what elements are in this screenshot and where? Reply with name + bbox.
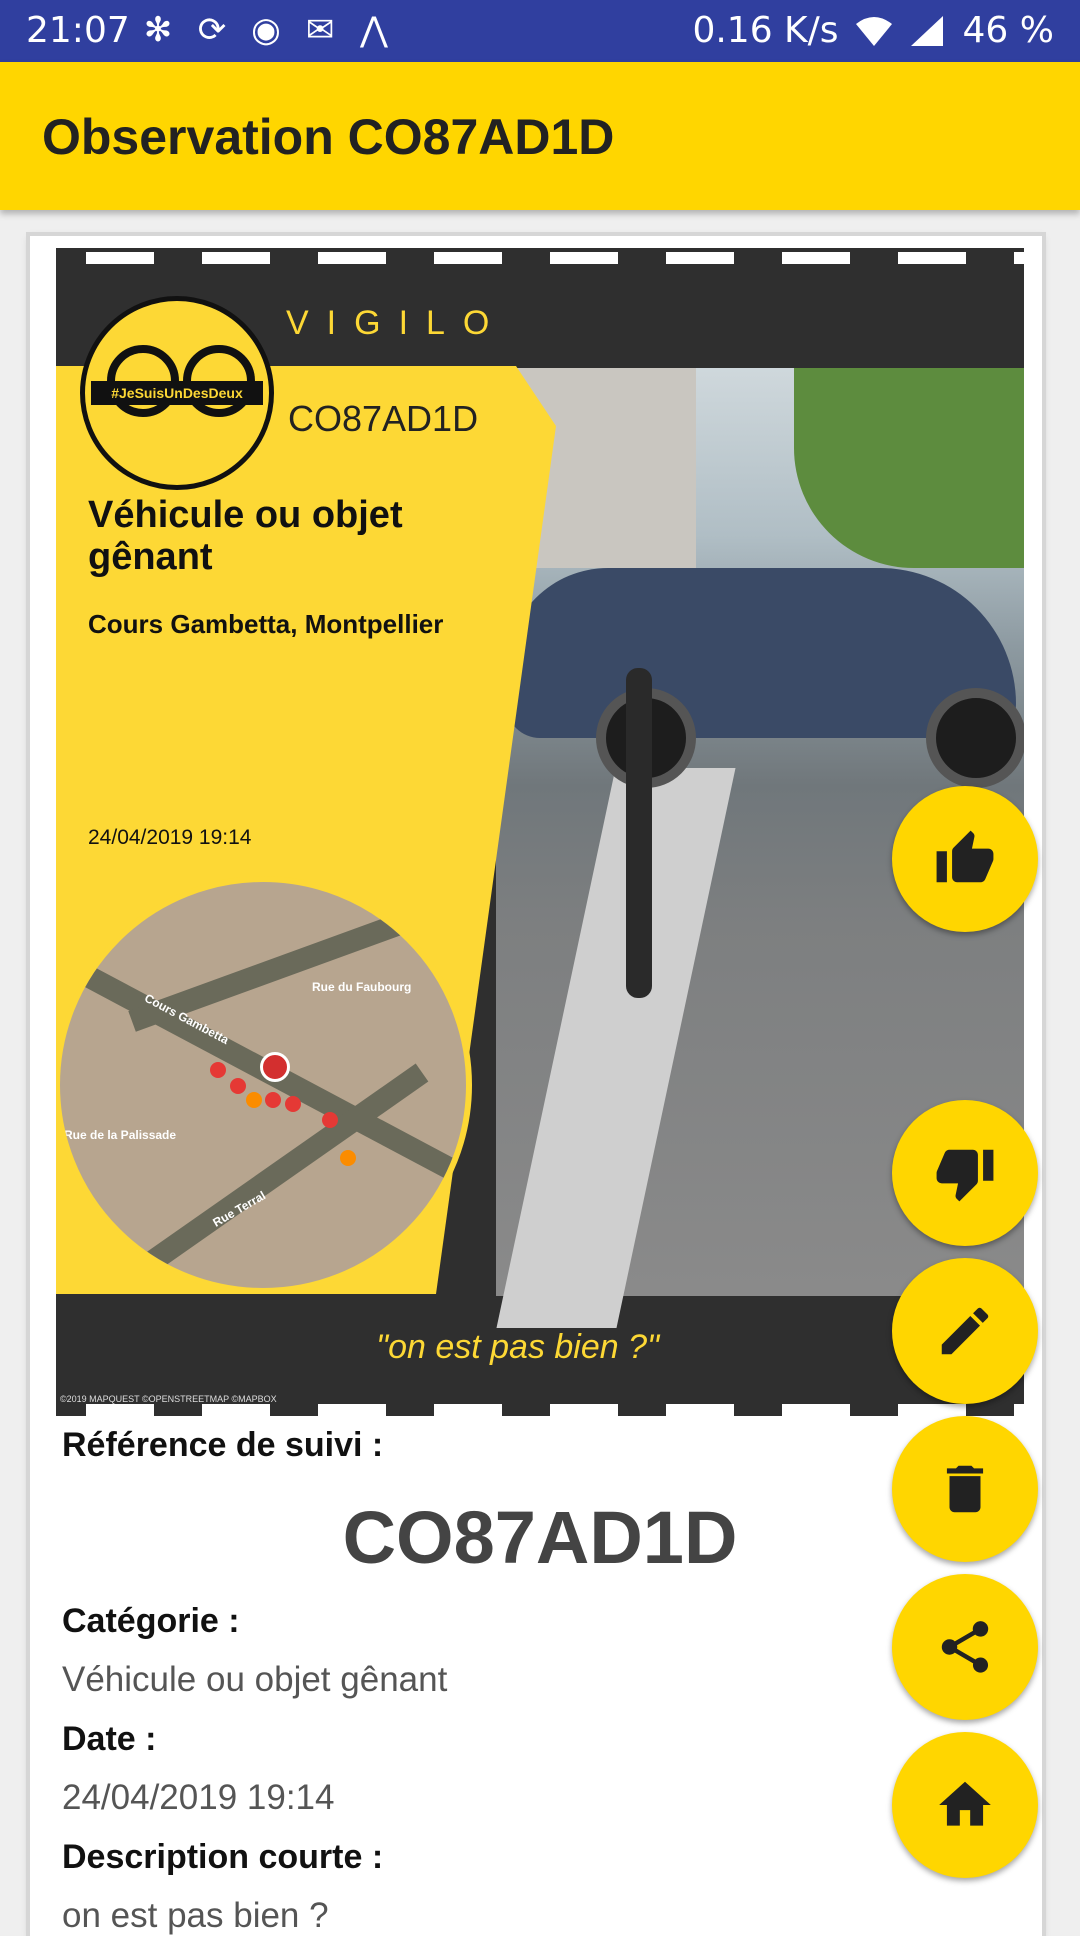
delete-button[interactable] <box>892 1416 1038 1562</box>
map-dot <box>285 1096 301 1112</box>
map-label: Rue de la Palissade <box>64 1128 177 1142</box>
edit-icon <box>941 1307 989 1355</box>
photo-curb <box>496 768 736 1328</box>
sync-icon: ⟳ <box>197 10 227 50</box>
vigilo-logo: #JeSuisUnDesDeux <box>80 296 274 490</box>
map-label: Rue du Faubourg <box>312 980 412 994</box>
cell-signal-icon <box>910 15 943 46</box>
status-time: 21:07 <box>26 10 130 51</box>
mail-icon: ✉ <box>305 10 335 50</box>
home-icon <box>939 1781 991 1826</box>
map-dot <box>246 1092 262 1108</box>
share-icon <box>941 1621 989 1673</box>
description-value: on est pas bien ? <box>62 1896 329 1935</box>
observation-image[interactable]: #JeSuisUnDesDeux VIGILO CO87AD1D Véhicul… <box>56 248 1024 1416</box>
approve-button[interactable] <box>892 786 1038 932</box>
photo-wheel <box>926 688 1024 788</box>
thumb-up-icon <box>936 830 994 883</box>
network-speed: 0.16 K/s <box>692 10 839 51</box>
poster-category: Véhicule ou objet gênant <box>88 494 403 578</box>
notification-icons: ✻ ⟳ ◉ ✉ ⋀ <box>138 10 394 50</box>
poster-datetime: 24/04/2019 19:14 <box>88 826 252 849</box>
edit-button[interactable] <box>892 1258 1038 1404</box>
ref-label: Référence de suivi : <box>62 1426 384 1464</box>
page-title: Observation CO87AD1D <box>42 109 615 165</box>
date-label: Date : <box>62 1720 157 1758</box>
map-credits: ©2019 MAPQUEST ©OPENSTREETMAP ©MAPBOX <box>60 1394 277 1404</box>
poster-token: CO87AD1D <box>288 398 479 439</box>
logo-tag: #JeSuisUnDesDeux <box>91 381 263 405</box>
disapprove-button[interactable] <box>892 1100 1038 1246</box>
photo-bollard <box>626 668 652 998</box>
road-marking-bottom <box>56 1404 1024 1416</box>
share-button[interactable] <box>892 1574 1038 1720</box>
category-label: Catégorie : <box>62 1602 240 1640</box>
wifi-icon <box>855 16 892 46</box>
road-marking-top <box>56 252 1024 264</box>
battery-level: 46 % <box>962 10 1054 51</box>
strava-icon: ⋀ <box>360 10 388 50</box>
map-dot <box>265 1092 281 1108</box>
slack-icon: ✻ <box>143 10 173 50</box>
map-marker-icon <box>260 1052 290 1082</box>
poster-brand: VIGILO <box>286 304 508 342</box>
description-label: Description courte : <box>62 1838 384 1876</box>
thumb-down-icon <box>936 1149 994 1202</box>
home-button[interactable] <box>892 1732 1038 1878</box>
status-bar: 21:07 ✻ ⟳ ◉ ✉ ⋀ 0.16 K/s 46 % <box>0 0 1080 62</box>
photo-tree <box>794 368 1024 568</box>
delete-icon <box>946 1465 984 1513</box>
map-dot <box>210 1062 226 1078</box>
map-dot <box>340 1150 356 1166</box>
record-icon: ◉ <box>251 10 281 50</box>
location-map: Rue du Faubourg Cours Gambetta Rue de la… <box>56 876 472 1294</box>
poster-address: Cours Gambetta, Montpellier <box>88 609 444 639</box>
status-right: 0.16 K/s 46 % <box>692 10 1054 51</box>
date-value: 24/04/2019 19:14 <box>62 1778 335 1817</box>
map-dot <box>322 1112 338 1128</box>
category-value: Véhicule ou objet gênant <box>62 1660 448 1699</box>
poster-quote: "on est pas bien ?" <box>376 1328 660 1366</box>
map-dot <box>230 1078 246 1094</box>
app-bar: Observation CO87AD1D <box>0 62 1080 210</box>
